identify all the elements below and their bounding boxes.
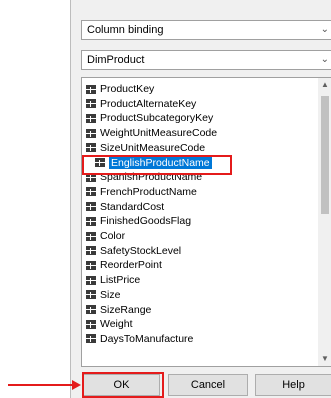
ok-button[interactable]: OK (83, 374, 160, 396)
column-list[interactable]: ▲ ▼ ProductKey ProductAlternateKey Product… (81, 77, 331, 367)
column-name-label: FinishedGoodsFlag (100, 215, 192, 228)
column-name-label: ProductKey (100, 83, 155, 95)
table-column-icon (86, 334, 96, 344)
table-value: DimProduct (87, 54, 145, 66)
column-list-item[interactable]: DaysToManufacture (86, 332, 312, 346)
table-column-icon (86, 275, 96, 285)
column-list-item[interactable]: ProductKey (86, 82, 312, 96)
table-column-icon (86, 84, 96, 94)
column-list-item[interactable]: ReorderPoint (86, 258, 312, 272)
column-name-label: SizeUnitMeasureCode (100, 141, 206, 154)
column-name-label: StandardCost (100, 200, 165, 213)
column-name-label: ProductAlternateKey (100, 97, 197, 110)
column-list-item[interactable]: StandardCost (86, 200, 312, 214)
table-column-icon (95, 158, 105, 167)
binding-type-dropdown[interactable]: Column binding ⌄ (81, 20, 331, 40)
column-list-item[interactable]: SizeUnitMeasureCode (86, 141, 312, 155)
column-list-item[interactable]: SpanishProductName (86, 170, 312, 184)
chevron-down-icon[interactable]: ⌄ (321, 24, 329, 35)
column-name-label: ListPrice (100, 274, 141, 287)
chevron-down-icon[interactable]: ⌄ (321, 54, 329, 65)
help-button[interactable]: Help (255, 374, 331, 396)
binding-type-value: Column binding (87, 24, 164, 36)
column-list-item[interactable]: Color (86, 229, 312, 243)
table-column-icon (86, 99, 96, 109)
column-list-item[interactable]: ProductSubcategoryKey (86, 111, 312, 125)
column-name-label: Color (100, 230, 126, 242)
table-column-icon (86, 231, 96, 241)
table-column-icon (86, 187, 96, 197)
table-column-icon (86, 305, 96, 314)
column-list-item[interactable]: SizeRange (86, 303, 312, 317)
column-name-label: WeightUnitMeasureCode (100, 127, 218, 140)
column-name-label: SpanishProductName (100, 171, 203, 184)
pointer-arrow-head-icon (72, 380, 81, 390)
column-name-label: DaysToManufacture (100, 332, 194, 345)
cancel-button[interactable]: Cancel (168, 374, 248, 396)
table-column-icon (86, 113, 96, 123)
table-column-icon (86, 290, 96, 300)
pointer-arrow-icon (8, 384, 74, 386)
table-column-icon (86, 246, 96, 256)
scrollbar-thumb[interactable] (321, 96, 329, 214)
table-dropdown[interactable]: DimProduct ⌄ (81, 50, 331, 70)
table-column-icon (86, 260, 96, 270)
table-column-icon (86, 143, 96, 153)
column-name-label: Size (100, 288, 121, 301)
column-name-label: ProductSubcategoryKey (100, 112, 214, 125)
list-scrollbar[interactable]: ▲ ▼ (318, 78, 331, 366)
column-name-label: EnglishProductName (109, 156, 212, 169)
column-name-label: SizeRange (100, 303, 152, 316)
table-column-icon (86, 216, 96, 226)
column-list-item[interactable]: Weight (86, 317, 312, 331)
column-binding-dialog: Column binding ⌄ DimProduct ⌄ ▲ ▼ Produc… (70, 0, 331, 398)
table-column-icon (86, 128, 96, 138)
table-column-icon (86, 319, 96, 329)
column-list-item[interactable]: SafetyStockLevel (86, 244, 312, 258)
column-list-item[interactable]: EnglishProductName (95, 156, 227, 170)
column-name-label: SafetyStockLevel (100, 244, 182, 257)
scroll-down-arrow-icon[interactable]: ▼ (318, 352, 331, 366)
table-column-icon (86, 172, 96, 182)
column-list-item[interactable]: FinishedGoodsFlag (86, 214, 312, 228)
column-list-item[interactable]: WeightUnitMeasureCode (86, 126, 312, 140)
table-column-icon (86, 202, 96, 212)
column-name-label: FrenchProductName (100, 185, 197, 198)
column-name-label: ReorderPoint (100, 259, 162, 272)
scroll-up-arrow-icon[interactable]: ▲ (318, 78, 331, 92)
column-list-item[interactable]: ProductAlternateKey (86, 97, 312, 111)
column-list-item[interactable]: FrenchProductName (86, 185, 312, 199)
column-list-item[interactable]: Size (86, 288, 312, 302)
column-list-item[interactable]: ListPrice (86, 273, 312, 287)
column-name-label: Weight (100, 318, 133, 331)
